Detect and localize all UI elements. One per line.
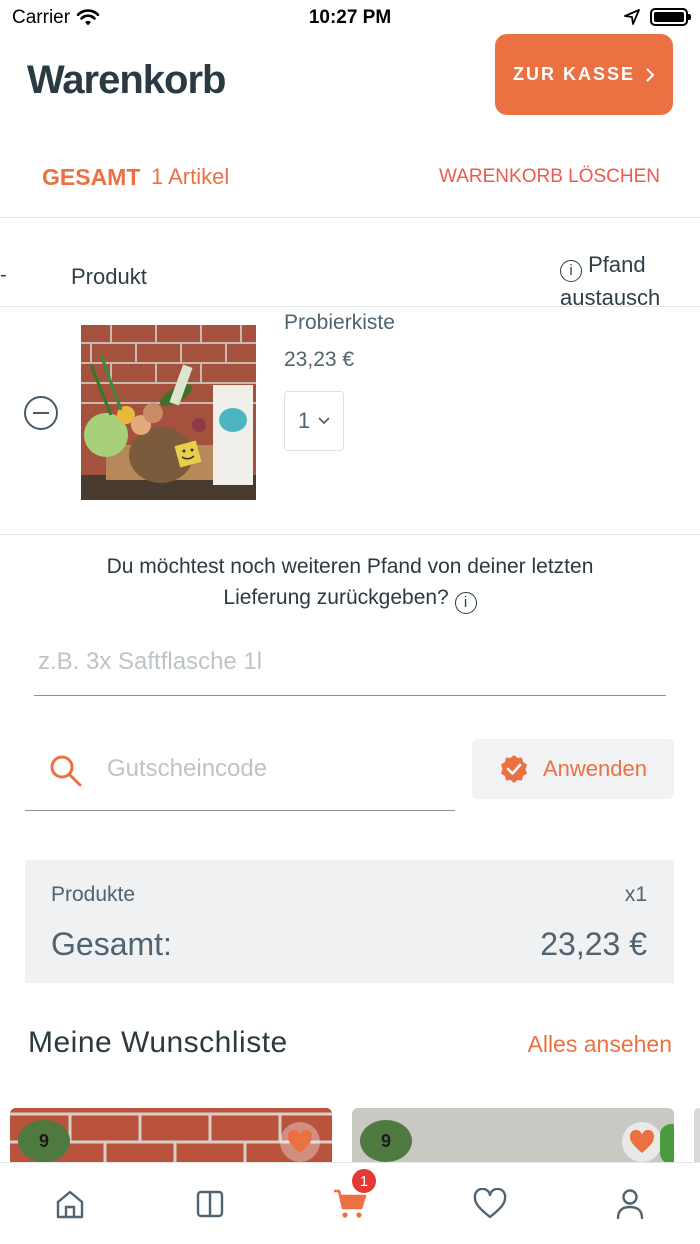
apply-label: Anwenden bbox=[543, 756, 647, 781]
clear-cart-button[interactable]: WARENKORB LÖSCHEN bbox=[439, 166, 660, 188]
home-icon bbox=[56, 1190, 84, 1218]
remove-item-button[interactable] bbox=[24, 396, 58, 430]
quantity-value: 1 bbox=[297, 408, 311, 433]
favorite-button[interactable] bbox=[622, 1122, 662, 1162]
voucher-input[interactable] bbox=[107, 748, 447, 790]
column-header-product: Produkt bbox=[71, 264, 147, 289]
status-right bbox=[624, 8, 691, 26]
checkout-label: ZUR KASSE bbox=[512, 64, 635, 84]
grand-total-label: Gesamt: bbox=[51, 926, 172, 962]
item-count: 1 Artikel bbox=[151, 164, 230, 189]
wishlist-card[interactable]: 9 bbox=[10, 1108, 332, 1168]
info-icon[interactable]: i bbox=[454, 591, 477, 614]
voucher-field[interactable] bbox=[25, 736, 455, 811]
verified-badge-icon bbox=[501, 755, 527, 783]
tab-bar: 1 bbox=[0, 1162, 700, 1244]
column-header-remove: - bbox=[0, 264, 7, 286]
search-icon bbox=[50, 755, 82, 787]
cart-item: Probierkiste 23,23 € 1 bbox=[0, 307, 700, 535]
tab-catalog[interactable] bbox=[140, 1163, 280, 1244]
wishlist-see-all-link[interactable]: Alles ansehen bbox=[528, 1031, 673, 1058]
deposit-question-line1: Du möchtest noch weiteren Pfand von dein… bbox=[106, 555, 594, 578]
deposit-header-line2: austausch bbox=[560, 284, 661, 310]
deposit-return-input[interactable] bbox=[34, 628, 666, 696]
products-quantity: x1 bbox=[624, 883, 647, 906]
heart-filled-icon bbox=[287, 1129, 313, 1153]
leaf-badge bbox=[660, 1124, 674, 1164]
wishlist-card[interactable]: 9 bbox=[352, 1108, 674, 1168]
nutri-badge: 9 bbox=[360, 1120, 412, 1162]
battery-icon bbox=[650, 8, 691, 26]
deposit-return-question: Du möchtest noch weiteren Pfand von dein… bbox=[0, 551, 700, 614]
products-label: Produkte bbox=[51, 883, 136, 906]
nutri-badge: 9 bbox=[18, 1120, 70, 1162]
minus-icon bbox=[33, 411, 49, 415]
tab-cart[interactable]: 1 bbox=[280, 1163, 420, 1244]
tab-wishlist[interactable] bbox=[420, 1163, 560, 1244]
cart-count-badge: 1 bbox=[352, 1169, 376, 1193]
profile-icon bbox=[616, 1188, 644, 1219]
deposit-question-line2: Lieferung zurückgeben? bbox=[223, 586, 449, 609]
page-title: Warenkorb bbox=[27, 58, 226, 102]
order-totals: Produkte x1 Gesamt: 23,23 € bbox=[25, 860, 674, 983]
total-label: GESAMT bbox=[42, 164, 141, 190]
wishlist-title: Meine Wunschliste bbox=[28, 1026, 288, 1059]
tab-profile[interactable] bbox=[560, 1163, 700, 1244]
product-price: 23,23 € bbox=[284, 348, 355, 371]
catalog-icon bbox=[196, 1190, 224, 1217]
heart-icon bbox=[473, 1187, 507, 1218]
favorite-button[interactable] bbox=[280, 1122, 320, 1162]
apply-voucher-button[interactable]: Anwenden bbox=[472, 739, 674, 799]
clock: 10:27 PM bbox=[308, 7, 392, 28]
status-bar: Carrier 10:27 PM bbox=[0, 0, 700, 36]
product-name[interactable]: Probierkiste bbox=[284, 311, 395, 335]
tab-home[interactable] bbox=[0, 1163, 140, 1244]
heart-filled-icon bbox=[629, 1129, 655, 1153]
checkout-button[interactable]: ZUR KASSE bbox=[495, 34, 673, 115]
column-header-deposit[interactable]: i Pfand austausch bbox=[560, 249, 660, 313]
location-arrow-icon bbox=[624, 9, 640, 25]
chevron-down-icon bbox=[318, 417, 330, 425]
product-image[interactable] bbox=[81, 325, 256, 500]
grand-total-value: 23,23 € bbox=[540, 926, 647, 962]
quantity-select[interactable]: 1 bbox=[284, 391, 344, 451]
chevron-right-icon bbox=[646, 67, 655, 82]
produce-box-image bbox=[81, 325, 256, 500]
wishlist-card-partial[interactable] bbox=[694, 1108, 700, 1168]
info-icon[interactable]: i bbox=[560, 259, 582, 282]
cart-summary: GESAMT 1 Artikel WARENKORB LÖSCHEN bbox=[0, 140, 700, 218]
table-header: - Produkt i Pfand austausch bbox=[0, 218, 700, 310]
deposit-header-line1: Pfand bbox=[588, 252, 646, 277]
